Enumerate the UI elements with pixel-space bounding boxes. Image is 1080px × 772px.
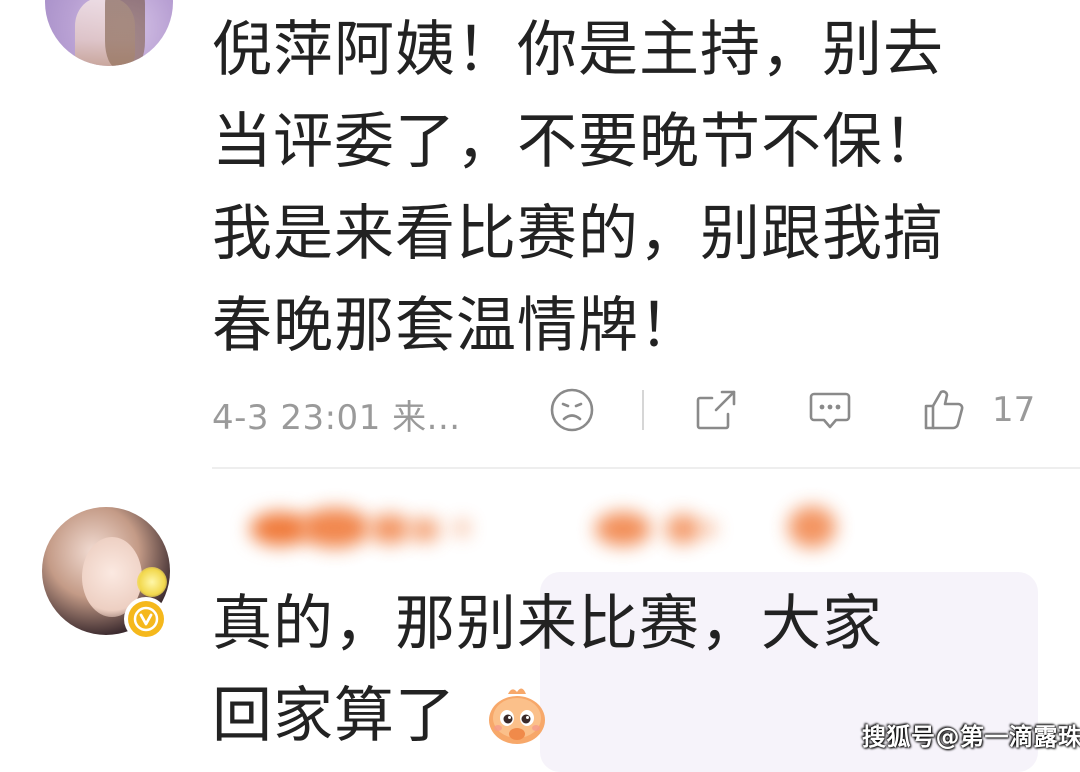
commenter-avatar[interactable] (45, 0, 173, 66)
watermark: 搜狐号@第一滴露珠 (862, 723, 1080, 751)
blurred-username[interactable] (240, 500, 850, 558)
avatar-glow (137, 567, 167, 597)
comment-time-location: 4-3 23:01 来... (212, 390, 461, 439)
comment-meta-row: 4-3 23:01 来... 17 (212, 380, 1052, 440)
meta-divider (642, 390, 644, 430)
comment-line: 我是来看比赛的，别跟我搞 (212, 199, 944, 269)
comment-line: 倪萍阿姨！你是主持，别去 (212, 15, 944, 85)
like-count: 17 (992, 390, 1036, 430)
shy-bird-emoji (489, 688, 545, 744)
comment-time: 4-3 23:01 (212, 398, 381, 438)
share-icon[interactable] (692, 386, 740, 434)
comment-body: 倪萍阿姨！你是主持，别去 当评委了，不要晚节不保！ 我是来看比赛的，别跟我搞 春晚那套… (212, 4, 944, 372)
vip-v-icon (124, 597, 168, 641)
comment-line: 春晚那套温情牌！ (212, 291, 700, 361)
avatar-hair (105, 0, 145, 66)
comment-line: 当评委了，不要晚节不保！ (212, 107, 944, 177)
thumb-up-icon[interactable] (920, 386, 968, 434)
sad-face-icon[interactable] (548, 386, 596, 434)
reply-icon[interactable] (806, 386, 854, 434)
comment-line: 真的，那别来比赛，大家 (212, 589, 883, 659)
comment-separator (212, 467, 1080, 469)
comment-location: 来... (392, 398, 461, 438)
